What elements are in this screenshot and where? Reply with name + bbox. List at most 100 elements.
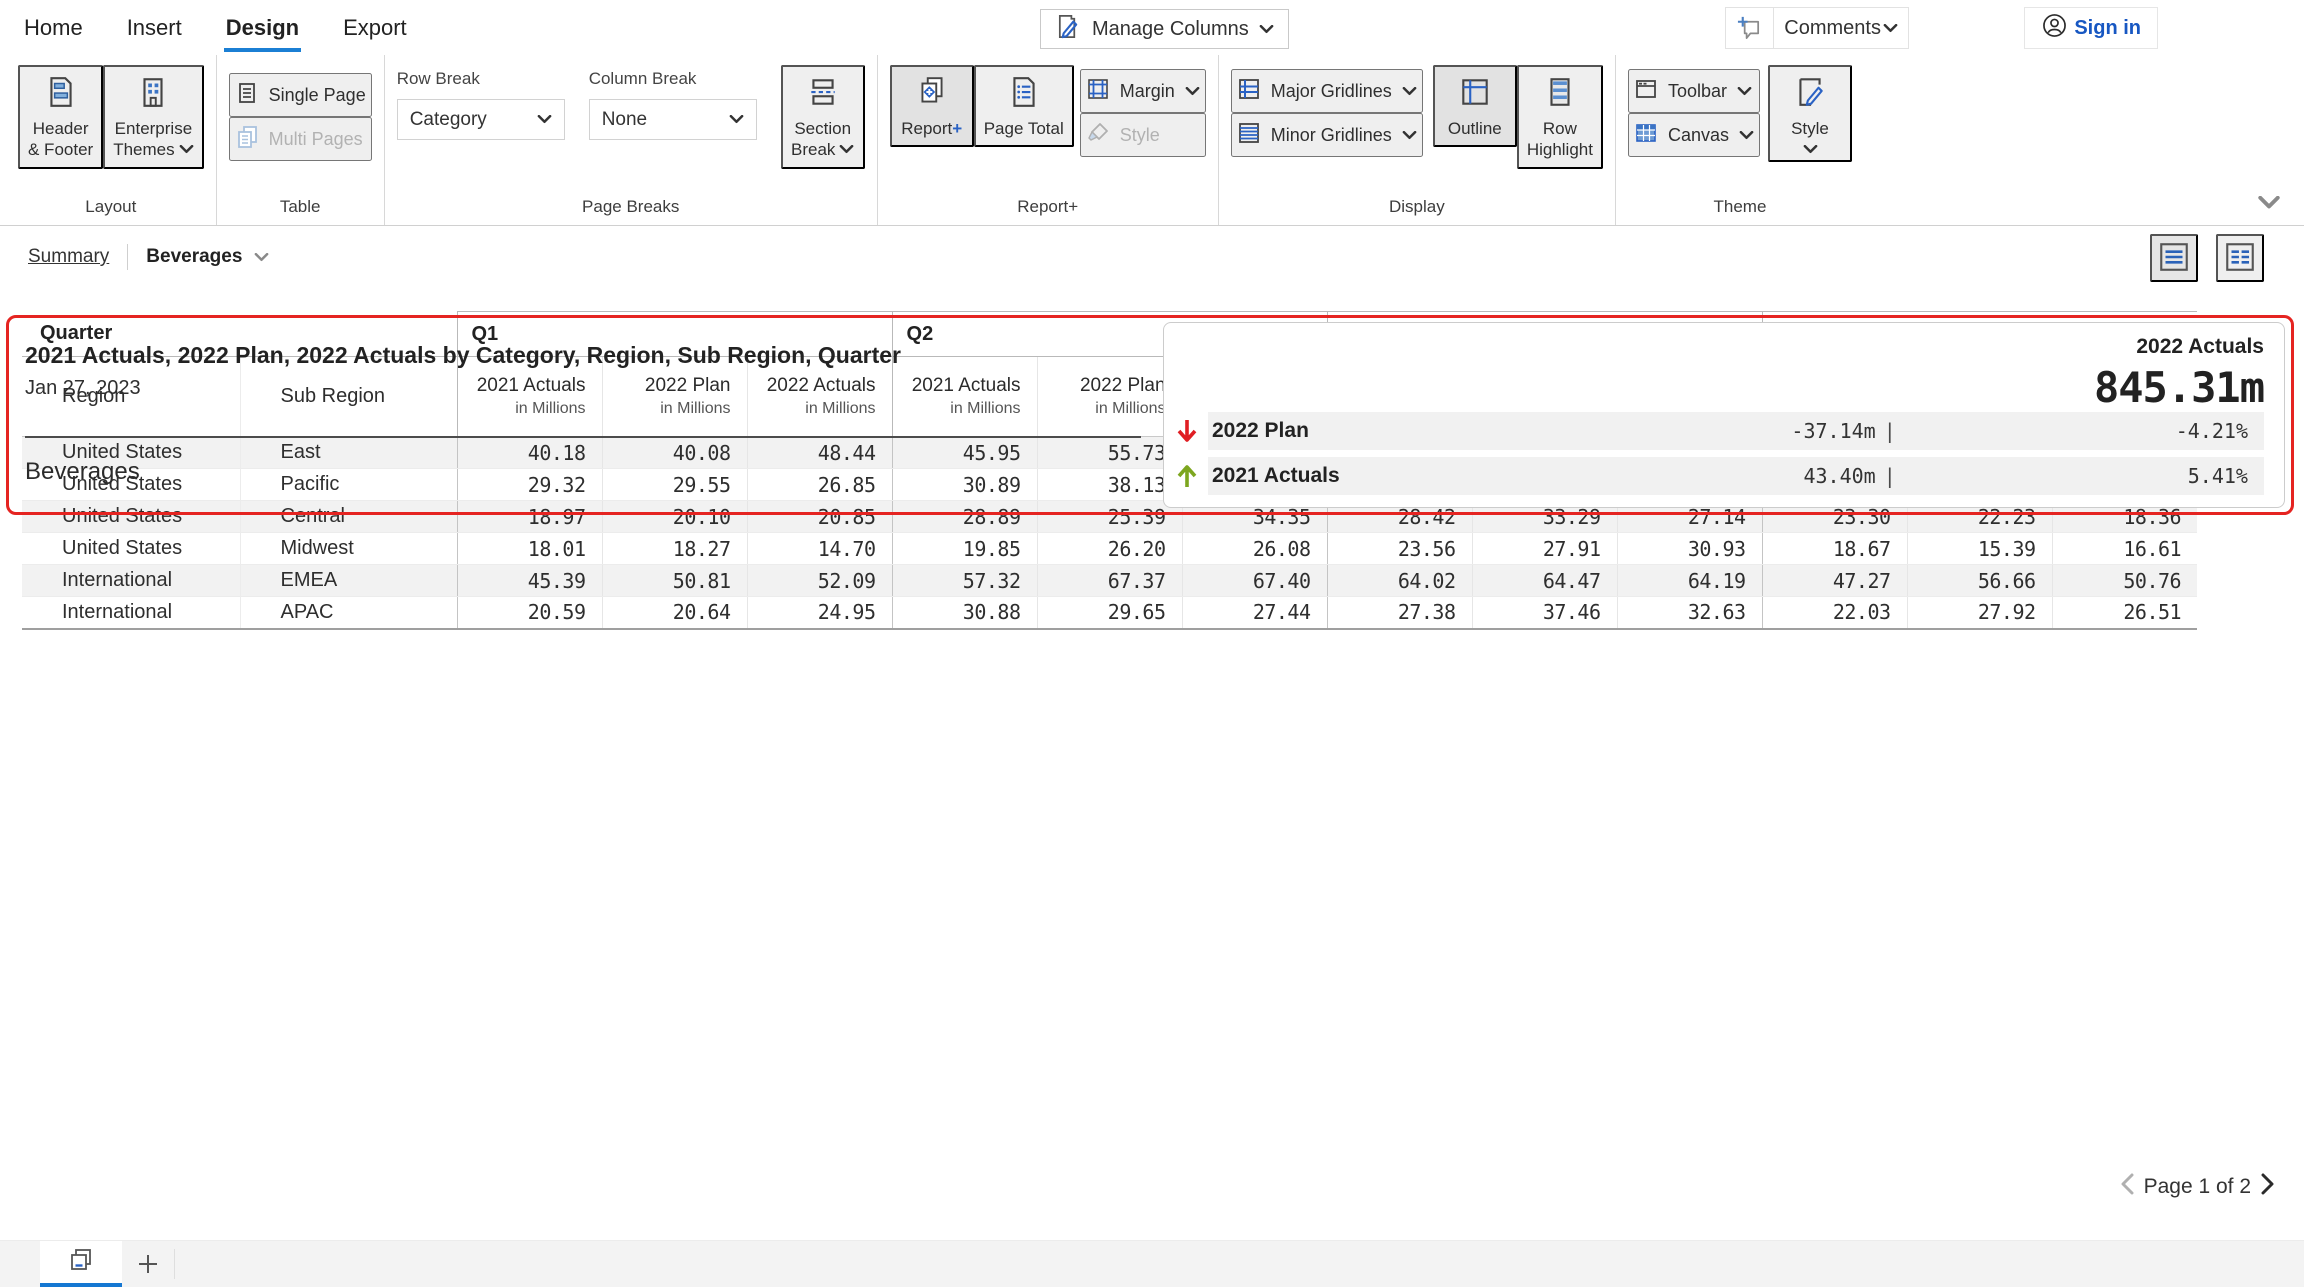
outline-icon: [1458, 75, 1492, 112]
tabbar-divider: [174, 1249, 175, 1279]
manage-columns-label: Manage Columns: [1092, 18, 1249, 41]
single-page-button[interactable]: Single Page: [229, 73, 372, 117]
top-menu-bar: Home Insert Design Export Manage Columns…: [0, 0, 2304, 55]
kpi-comparison-name: 2022 Plan: [1212, 419, 1585, 443]
sheet-tab-summary[interactable]: Summary: [28, 246, 109, 268]
table-row[interactable]: InternationalEMEA45.3950.8152.0957.3267.…: [22, 565, 2197, 597]
kpi-metric-label: 2022 Actuals: [1176, 335, 2264, 359]
table-row[interactable]: United StatesMidwest18.0118.2714.7019.85…: [22, 533, 2197, 565]
report-plus-button[interactable]: Report+: [890, 65, 974, 147]
add-page-button[interactable]: [122, 1241, 174, 1287]
ribbon-group-display-label: Display: [1231, 193, 1603, 225]
pages-icon: [67, 1246, 95, 1279]
ribbon-group-table-label: Table: [229, 193, 372, 225]
kpi-comparison-percent: 5.41%: [1896, 464, 2248, 488]
menu-tab-export[interactable]: Export: [343, 0, 407, 55]
previous-page-button[interactable]: [2121, 1173, 2134, 1201]
single-page-label: Single Page: [269, 85, 366, 106]
sub-region-cell: APAC: [240, 597, 457, 629]
major-gridlines-button[interactable]: Major Gridlines: [1231, 69, 1423, 113]
canvas-theme-label: Canvas: [1668, 125, 1729, 146]
sign-in-label: Sign in: [2074, 17, 2141, 40]
value-cell: 27.38: [1327, 597, 1472, 629]
value-cell: 57.32: [892, 565, 1037, 597]
sign-in-button[interactable]: Sign in: [2024, 7, 2158, 49]
single-column-view-button[interactable]: [2150, 234, 2198, 282]
menu-tab-home[interactable]: Home: [24, 0, 83, 55]
section-break-button[interactable]: Section Break: [781, 65, 865, 169]
canvas-theme-button[interactable]: Canvas: [1628, 113, 1760, 157]
column-break-select[interactable]: None: [589, 99, 757, 140]
page-total-icon: [1007, 75, 1041, 112]
header-footer-label-line1: Header: [33, 119, 89, 138]
row-break-select[interactable]: Category: [397, 99, 565, 140]
value-cell: 45.39: [457, 565, 602, 597]
chevron-down-icon: [729, 115, 744, 124]
value-cell: 64.02: [1327, 565, 1472, 597]
comments-button[interactable]: Comments: [1725, 7, 1909, 49]
toolbar-theme-label: Toolbar: [1668, 81, 1727, 102]
region-cell: United States: [22, 533, 240, 565]
menu-tab-design[interactable]: Design: [226, 0, 299, 55]
minor-gridlines-button[interactable]: Minor Gridlines: [1231, 113, 1423, 157]
multi-pages-icon: [235, 125, 259, 154]
report-plus-sign: +: [952, 119, 962, 138]
minor-gridlines-label: Minor Gridlines: [1271, 125, 1392, 146]
ribbon-group-report-plus-label: Report+: [890, 193, 1206, 225]
add-comment-icon: [1726, 8, 1774, 48]
chevron-down-icon: [1739, 131, 1754, 140]
next-page-button[interactable]: [2261, 1173, 2274, 1201]
ribbon-group-table: Single Page Multi Pages Table: [217, 55, 385, 225]
enterprise-themes-button[interactable]: Enterprise Themes: [103, 65, 203, 169]
person-icon: [2041, 12, 2068, 45]
sheet-tab-beverages[interactable]: Beverages: [146, 246, 269, 268]
header-footer-icon: [44, 75, 78, 112]
comments-label: Comments: [1784, 17, 1881, 40]
margin-icon: [1086, 77, 1110, 106]
plus-icon: [136, 1252, 160, 1276]
columns-view-icon: [2223, 240, 2257, 277]
theme-style-label: Style: [1791, 118, 1829, 139]
report-style-button[interactable]: Style: [1080, 113, 1206, 157]
row-highlight-button[interactable]: Row Highlight: [1517, 65, 1603, 169]
toolbar-theme-button[interactable]: Toolbar: [1628, 69, 1760, 113]
manage-columns-button[interactable]: Manage Columns: [1040, 9, 1289, 49]
report-plus-label: Report: [901, 119, 952, 138]
page-total-button[interactable]: Page Total: [974, 65, 1074, 147]
ribbon-group-display: Major Gridlines Minor Gridlines Outline: [1219, 55, 1616, 225]
value-cell: 16.61: [2052, 533, 2197, 565]
value-cell: 18.67: [1762, 533, 1907, 565]
kpi-comparison-row: 2022 Plan -37.14m| -4.21%: [1176, 412, 2264, 450]
section-break-label-line2: Break: [791, 139, 835, 160]
view-toggles: [2150, 234, 2264, 282]
ribbon-group-layout-label: Layout: [18, 193, 204, 225]
chevron-down-icon: [1737, 87, 1752, 96]
value-cell: 56.66: [1907, 565, 2052, 597]
header-footer-button[interactable]: Header & Footer: [18, 65, 103, 169]
report-page-tab[interactable]: [40, 1241, 122, 1287]
outline-button[interactable]: Outline: [1433, 65, 1517, 147]
chevron-down-icon: [1402, 131, 1417, 140]
value-cell: 18.01: [457, 533, 602, 565]
value-cell: 22.03: [1762, 597, 1907, 629]
table-row[interactable]: InternationalAPAC20.5920.6424.9530.8829.…: [22, 597, 2197, 629]
theme-style-button[interactable]: Style: [1768, 65, 1852, 162]
menu-tab-insert[interactable]: Insert: [127, 0, 182, 55]
enterprise-themes-label-line2: Themes: [113, 139, 174, 160]
value-cell: 23.56: [1327, 533, 1472, 565]
enterprise-themes-icon: [136, 75, 170, 112]
report-header: 2021 Actuals, 2022 Plan, 2022 Actuals by…: [9, 318, 1163, 512]
menu-tabs: Home Insert Design Export: [24, 0, 407, 55]
sheet-tab-bar: Summary Beverages: [0, 226, 2304, 288]
margin-button[interactable]: Margin: [1080, 69, 1206, 113]
multi-pages-button[interactable]: Multi Pages: [229, 117, 372, 161]
collapse-ribbon-button[interactable]: [2256, 196, 2282, 215]
chevron-down-icon: [1402, 87, 1417, 96]
two-column-view-button[interactable]: [2216, 234, 2264, 282]
row-highlight-label-line2: Highlight: [1527, 140, 1593, 159]
row-break-label: Row Break: [397, 69, 565, 89]
chevron-down-icon: [537, 115, 552, 124]
column-break-value: None: [602, 109, 647, 131]
report-canvas: 2021 Actuals, 2022 Plan, 2022 Actuals by…: [0, 311, 2304, 1263]
toolbar-icon: [1634, 77, 1658, 106]
